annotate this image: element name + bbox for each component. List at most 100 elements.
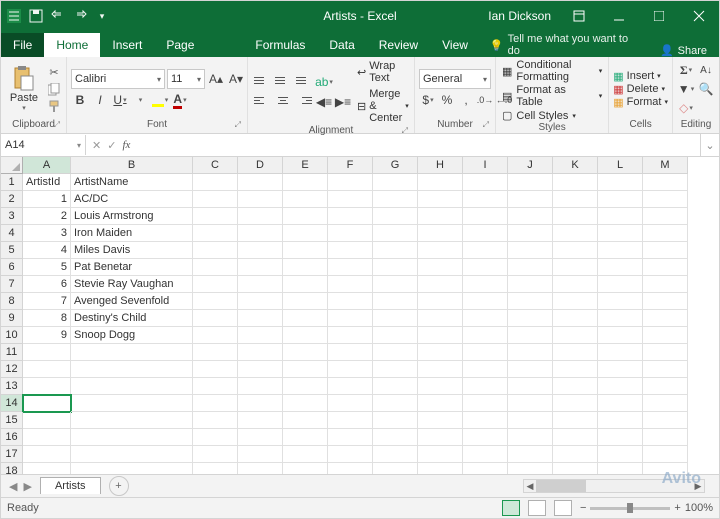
column-header[interactable]: L — [598, 157, 643, 174]
cell[interactable] — [328, 446, 373, 463]
cell[interactable] — [238, 276, 283, 293]
cell[interactable] — [643, 259, 688, 276]
format-as-table-button[interactable]: ▤Format as Table▾ — [500, 84, 604, 108]
zoom-in-button[interactable]: + — [674, 502, 680, 514]
cell[interactable] — [283, 412, 328, 429]
cell[interactable]: Snoop Dogg — [71, 327, 193, 344]
maximize-button[interactable] — [639, 1, 679, 31]
cell[interactable] — [238, 327, 283, 344]
cell[interactable] — [508, 174, 553, 191]
cell[interactable] — [463, 225, 508, 242]
cell[interactable] — [553, 429, 598, 446]
cell[interactable] — [238, 191, 283, 208]
cell[interactable] — [283, 225, 328, 242]
cell[interactable] — [598, 293, 643, 310]
cell[interactable] — [71, 446, 193, 463]
cell[interactable] — [643, 293, 688, 310]
cell[interactable] — [463, 191, 508, 208]
cell[interactable] — [463, 327, 508, 344]
cell[interactable] — [373, 310, 418, 327]
cell[interactable] — [418, 344, 463, 361]
cell[interactable] — [283, 361, 328, 378]
tab-view[interactable]: View — [430, 33, 480, 57]
increase-font-icon[interactable]: A▴ — [207, 70, 225, 88]
increase-indent-icon[interactable]: ▶≡ — [334, 93, 352, 111]
cell[interactable] — [643, 463, 688, 474]
qat-customize-icon[interactable]: ▾ — [95, 9, 109, 23]
cell[interactable] — [328, 242, 373, 259]
cell[interactable] — [418, 361, 463, 378]
column-header[interactable]: J — [508, 157, 553, 174]
column-header[interactable]: A — [23, 157, 71, 174]
expand-formula-bar-icon[interactable]: ⌄ — [700, 134, 719, 156]
column-header[interactable]: C — [193, 157, 238, 174]
column-header[interactable]: M — [643, 157, 688, 174]
zoom-out-button[interactable]: − — [580, 502, 586, 514]
scrollbar-thumb[interactable] — [536, 480, 586, 492]
cell[interactable] — [598, 310, 643, 327]
format-cells-button[interactable]: ▦Format▾ — [613, 96, 668, 109]
cell[interactable] — [598, 344, 643, 361]
copy-icon[interactable] — [46, 81, 62, 97]
cell[interactable] — [643, 191, 688, 208]
cell[interactable] — [508, 446, 553, 463]
share-button[interactable]: 👤 Share — [648, 44, 719, 57]
cell[interactable] — [508, 191, 553, 208]
row-header[interactable]: 1 — [1, 174, 23, 191]
align-right-icon[interactable] — [294, 93, 314, 107]
font-color-button[interactable]: A▾ — [171, 91, 189, 109]
cell[interactable] — [463, 378, 508, 395]
cell[interactable] — [373, 174, 418, 191]
cell[interactable] — [373, 259, 418, 276]
cell[interactable] — [328, 344, 373, 361]
page-layout-view-button[interactable] — [528, 500, 546, 516]
underline-button[interactable]: U▾ — [111, 91, 129, 109]
cell[interactable] — [463, 412, 508, 429]
cell[interactable] — [71, 395, 193, 412]
cell[interactable] — [283, 310, 328, 327]
cell[interactable] — [508, 225, 553, 242]
cell[interactable] — [598, 429, 643, 446]
cell[interactable] — [643, 276, 688, 293]
row-header[interactable]: 2 — [1, 191, 23, 208]
redo-icon[interactable] — [73, 9, 87, 23]
tab-review[interactable]: Review — [367, 33, 430, 57]
cell[interactable] — [283, 191, 328, 208]
cell[interactable] — [193, 327, 238, 344]
cell[interactable] — [193, 208, 238, 225]
column-header[interactable]: D — [238, 157, 283, 174]
cell[interactable] — [373, 225, 418, 242]
cell[interactable] — [598, 276, 643, 293]
cell[interactable]: Iron Maiden — [71, 225, 193, 242]
cell[interactable] — [328, 191, 373, 208]
bold-button[interactable]: B — [71, 91, 89, 109]
column-header[interactable]: B — [71, 157, 193, 174]
cell[interactable] — [508, 242, 553, 259]
cell[interactable] — [598, 259, 643, 276]
cell[interactable] — [553, 242, 598, 259]
cell[interactable] — [418, 174, 463, 191]
fill-button[interactable]: ▼▾ — [677, 80, 695, 98]
cell[interactable] — [508, 395, 553, 412]
cell[interactable] — [598, 174, 643, 191]
cell[interactable] — [23, 344, 71, 361]
cell[interactable] — [193, 242, 238, 259]
align-top-icon[interactable] — [252, 73, 272, 87]
row-header[interactable]: 15 — [1, 412, 23, 429]
cell[interactable] — [238, 395, 283, 412]
fill-color-button[interactable]: ▾ — [151, 91, 169, 109]
cell[interactable] — [71, 429, 193, 446]
cell[interactable] — [283, 463, 328, 474]
cell[interactable] — [463, 293, 508, 310]
column-header[interactable]: F — [328, 157, 373, 174]
cell[interactable] — [643, 310, 688, 327]
cell[interactable] — [373, 361, 418, 378]
cell[interactable] — [553, 225, 598, 242]
dialog-launcher-icon[interactable]: ⤢ — [402, 126, 408, 136]
cell[interactable] — [193, 361, 238, 378]
cell[interactable]: 3 — [23, 225, 71, 242]
cell[interactable] — [283, 293, 328, 310]
cell[interactable] — [418, 327, 463, 344]
cell[interactable] — [373, 344, 418, 361]
cell[interactable]: 4 — [23, 242, 71, 259]
